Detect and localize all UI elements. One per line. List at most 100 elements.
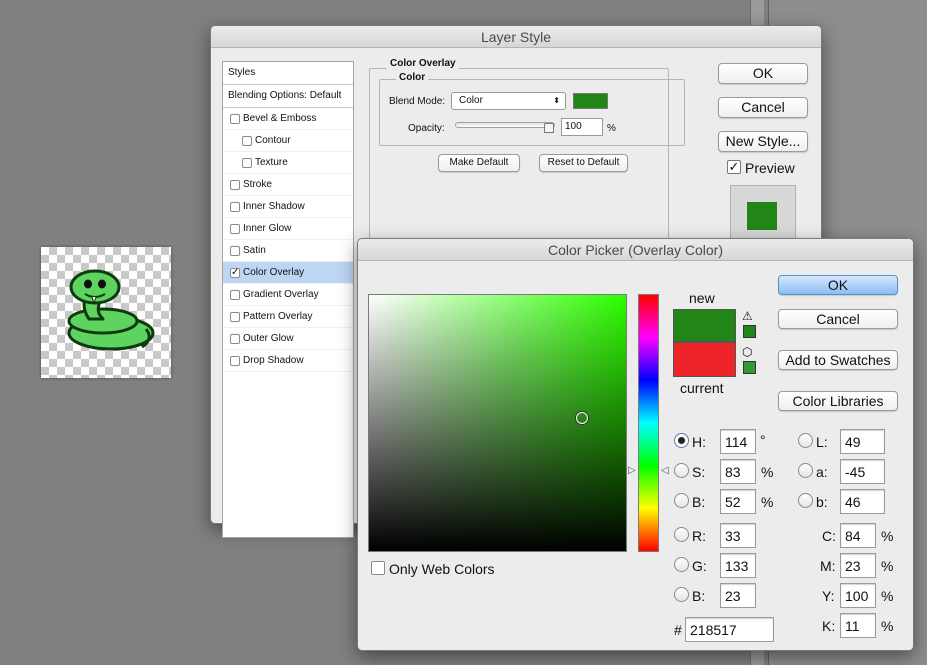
hex-input[interactable]: 218517	[685, 617, 774, 642]
gamut-color-swatch[interactable]	[743, 325, 756, 338]
magenta-input[interactable]: 23	[840, 553, 876, 578]
saturation-input[interactable]: 83	[720, 459, 756, 484]
blend-mode-label: Blend Mode:	[389, 96, 446, 107]
effect-color-overlay[interactable]: ✓ Color Overlay	[223, 262, 353, 284]
yellow-input[interactable]: 100	[840, 583, 876, 608]
blue-radio[interactable]	[674, 587, 689, 602]
color-libraries-button[interactable]: Color Libraries	[778, 391, 898, 411]
black-input[interactable]: 11	[840, 613, 876, 638]
effect-checkbox[interactable]	[242, 158, 252, 168]
effect-checkbox[interactable]	[230, 290, 240, 300]
effect-outer-glow[interactable]: Outer Glow	[223, 328, 353, 350]
color-picker-ok-button[interactable]: OK	[778, 275, 898, 295]
hue-slider-left-arrow-icon[interactable]: ▷	[628, 465, 636, 476]
opacity-unit: %	[607, 123, 616, 134]
effect-pattern-overlay[interactable]: Pattern Overlay	[223, 306, 353, 328]
web-safe-color-swatch[interactable]	[743, 361, 756, 374]
styles-header[interactable]: Styles	[223, 62, 353, 85]
black-unit: %	[881, 618, 894, 634]
effect-label: Outer Glow	[243, 333, 294, 344]
effect-gradient-overlay[interactable]: Gradient Overlay	[223, 284, 353, 306]
green-radio[interactable]	[674, 557, 689, 572]
effect-inner-shadow[interactable]: Inner Shadow	[223, 196, 353, 218]
opacity-input[interactable]: 100	[561, 118, 603, 136]
yellow-unit: %	[881, 588, 894, 604]
effect-checkbox[interactable]	[230, 180, 240, 190]
brightness-input[interactable]: 52	[720, 489, 756, 514]
current-color-swatch[interactable]	[673, 342, 736, 377]
only-web-colors-checkbox[interactable]	[371, 561, 385, 575]
color-picker-dialog: Color Picker (Overlay Color) ▷ ◁ new cur…	[357, 238, 914, 651]
blue-input[interactable]: 23	[720, 583, 756, 608]
new-style-button[interactable]: New Style...	[718, 131, 808, 152]
lab-a-radio[interactable]	[798, 463, 813, 478]
hue-label: H:	[692, 434, 706, 450]
green-input[interactable]: 133	[720, 553, 756, 578]
brightness-unit: %	[761, 494, 774, 510]
lab-b-radio[interactable]	[798, 493, 813, 508]
brightness-label: B:	[692, 494, 706, 510]
effect-drop-shadow[interactable]: Drop Shadow	[223, 350, 353, 372]
lab-a-label: a:	[816, 464, 828, 480]
effect-checkbox[interactable]	[230, 202, 240, 212]
effect-stroke[interactable]: Stroke	[223, 174, 353, 196]
hue-radio[interactable]	[674, 433, 689, 448]
overlay-color-swatch[interactable]	[573, 93, 608, 109]
blending-options-item[interactable]: Blending Options: Default	[223, 85, 353, 108]
add-to-swatches-button[interactable]: Add to Swatches	[778, 350, 898, 370]
styles-list: Styles Blending Options: Default Bevel &…	[222, 61, 354, 538]
effect-checkbox[interactable]	[230, 334, 240, 344]
current-color-label: current	[680, 380, 724, 396]
cyan-unit: %	[881, 528, 894, 544]
hue-slider[interactable]	[638, 294, 659, 552]
lab-l-radio[interactable]	[798, 433, 813, 448]
layer-style-cancel-button[interactable]: Cancel	[718, 97, 808, 118]
make-default-button[interactable]: Make Default	[438, 154, 520, 172]
effect-label: Inner Glow	[243, 223, 292, 234]
saturation-brightness-field[interactable]	[368, 294, 627, 552]
effect-checkbox[interactable]	[230, 246, 240, 256]
snake-artwork	[67, 269, 155, 351]
only-web-colors-label: Only Web Colors	[389, 561, 495, 577]
cyan-label: C:	[822, 528, 836, 544]
hue-slider-right-arrow-icon[interactable]: ◁	[661, 465, 669, 476]
effect-checkbox[interactable]	[242, 136, 252, 146]
effect-checkbox[interactable]	[230, 224, 240, 234]
effect-checkbox[interactable]	[230, 114, 240, 124]
color-picker-cancel-button[interactable]: Cancel	[778, 309, 898, 329]
document-canvas[interactable]	[41, 247, 171, 378]
lab-b-input[interactable]: 46	[840, 489, 885, 514]
effect-satin[interactable]: Satin	[223, 240, 353, 262]
yellow-label: Y:	[822, 588, 835, 604]
reset-default-button[interactable]: Reset to Default	[539, 154, 628, 172]
effect-checkbox-checked[interactable]: ✓	[230, 268, 240, 278]
lab-l-input[interactable]: 49	[840, 429, 885, 454]
effect-bevel-emboss[interactable]: Bevel & Emboss	[223, 108, 353, 130]
effect-label: Pattern Overlay	[243, 311, 313, 322]
effect-texture[interactable]: Texture	[223, 152, 353, 174]
preview-checkbox[interactable]: ✓	[727, 160, 741, 174]
lab-a-input[interactable]: -45	[840, 459, 885, 484]
color-selector-ring[interactable]	[576, 412, 588, 424]
opacity-slider-thumb[interactable]	[544, 123, 554, 133]
red-label: R:	[692, 528, 706, 544]
effect-label: Drop Shadow	[243, 355, 304, 366]
effect-contour[interactable]: Contour	[223, 130, 353, 152]
blend-mode-select[interactable]: Color ⬍	[451, 92, 566, 110]
opacity-slider[interactable]	[455, 122, 555, 128]
color-overlay-group-title: Color Overlay	[387, 58, 459, 69]
black-label: K:	[822, 618, 836, 634]
hue-input[interactable]: 114	[720, 429, 756, 454]
saturation-radio[interactable]	[674, 463, 689, 478]
effect-inner-glow[interactable]: Inner Glow	[223, 218, 353, 240]
cyan-input[interactable]: 84	[840, 523, 876, 548]
effect-checkbox[interactable]	[230, 356, 240, 366]
red-input[interactable]: 33	[720, 523, 756, 548]
brightness-radio[interactable]	[674, 493, 689, 508]
effect-label: Contour	[255, 135, 291, 146]
effect-label: Inner Shadow	[243, 201, 305, 212]
red-radio[interactable]	[674, 527, 689, 542]
blend-mode-value: Color	[459, 95, 483, 106]
layer-style-ok-button[interactable]: OK	[718, 63, 808, 84]
effect-checkbox[interactable]	[230, 312, 240, 322]
